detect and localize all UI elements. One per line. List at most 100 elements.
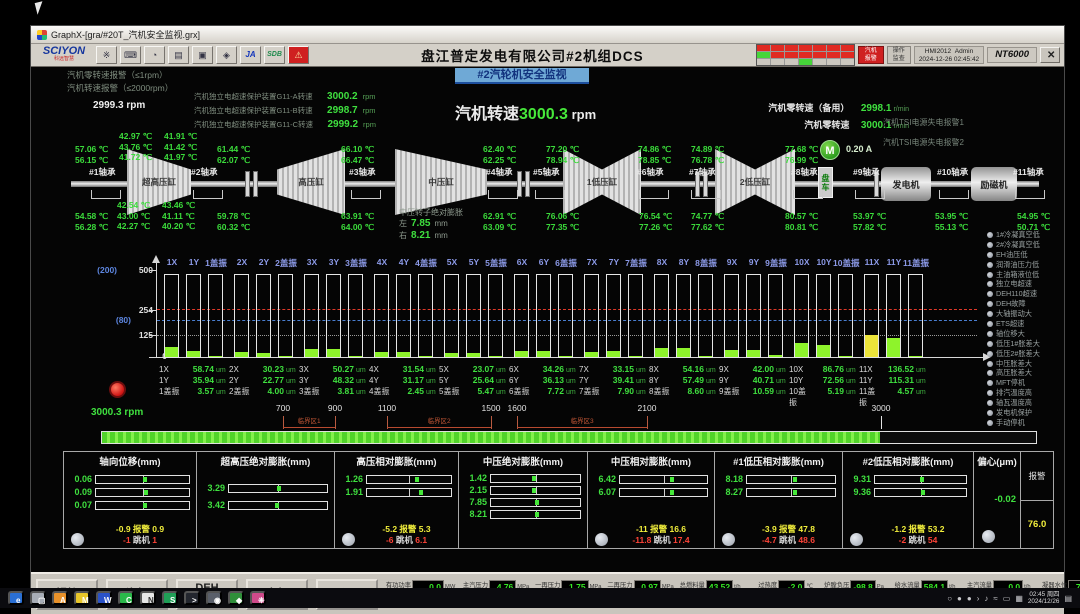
vib-bar-label-7盖振: 7盖振 <box>623 257 649 269</box>
bearing-1-bracket <box>91 190 121 199</box>
bearing-3-temps-top: 66.10 ℃66.47 ℃ <box>341 144 374 165</box>
status-item-2: 2#冷凝真空低 <box>987 240 1063 250</box>
shaft-disc-1 <box>245 171 250 197</box>
alarm-cell-2-2 <box>785 59 798 65</box>
nt6000-badge: NT6000 <box>987 47 1037 63</box>
grid-icon[interactable]: ▦ <box>1015 594 1023 603</box>
files-icon[interactable]: ▢ <box>30 591 46 605</box>
search-icon[interactable]: ○ <box>947 594 952 603</box>
app-orange-icon[interactable]: A <box>52 591 68 605</box>
status-led-icon <box>987 291 993 297</box>
status-blue-icon[interactable]: ● <box>967 594 972 603</box>
browser-icon[interactable]: e <box>8 591 24 605</box>
status-item-3: EH油压低 <box>987 250 1063 260</box>
eccentricity-alarm-label: 报警 <box>1021 452 1053 501</box>
shaft-disc-4 <box>525 171 530 197</box>
title-bar[interactable]: GraphX-[gra/#20T_汽机安全监视.grx] <box>31 26 1064 44</box>
panel-3-title: 高压相对膨胀(mm) <box>335 454 458 468</box>
close-button[interactable]: ✕ <box>1040 47 1060 63</box>
notification-bell-icon[interactable]: ▤ <box>1064 594 1072 603</box>
lp2-cylinder-label: 2低压缸 <box>740 176 770 188</box>
panel-6-title: #1低压相对膨胀(mm) <box>715 454 842 468</box>
bearing-2-temps-top: 61.44 ℃62.07 ℃ <box>217 144 250 165</box>
display-icon[interactable]: ▭ <box>1003 594 1011 603</box>
vib-bar-10X <box>794 274 809 358</box>
status-item-17: 排汽温度高 <box>987 388 1063 398</box>
overspeed-line-2: 汽机独立电超速保护装置G11-B转速2998.7rpm <box>194 105 376 119</box>
ja-logo-icon[interactable]: JA <box>240 46 261 64</box>
rpm-tick-700: 700 <box>268 403 298 413</box>
sdb-logo-icon[interactable]: SDB <box>264 46 285 64</box>
terminal-icon[interactable]: > <box>184 591 200 605</box>
spreadsheet-icon[interactable]: S <box>162 591 178 605</box>
status-led-icon <box>987 390 993 396</box>
panel-3-alarm-limits: -5.2 报警 5.3 <box>355 524 458 535</box>
network-icon[interactable]: ≈ <box>993 594 997 603</box>
notes-icon[interactable]: N <box>140 591 156 605</box>
bearing-5-temps-bottom: 76.06 ℃77.35 ℃ <box>546 211 579 232</box>
vib-value-4X: 4X31.54um <box>369 364 439 374</box>
panel-6-row-2: 8.27 <box>719 487 836 497</box>
vib-bar-1X <box>164 274 179 358</box>
writer-icon[interactable]: W <box>96 591 112 605</box>
status-led-icon <box>987 351 993 357</box>
critical-zone-1-label: 临界区1 <box>283 415 335 425</box>
status-green-icon[interactable]: ● <box>957 594 962 603</box>
vib-value-1X: 1X58.74um <box>159 364 229 374</box>
vib-value-6盖振: 6盖振7.72um <box>509 386 579 397</box>
alarm-cell-2-6 <box>841 59 854 65</box>
bearing-5-bracket <box>535 190 565 199</box>
zero-speed-alarm-2: 汽机转速报警（≤2000rpm） <box>67 82 173 94</box>
vibration-alarm-led <box>109 381 126 398</box>
photos-icon[interactable]: ❈ <box>250 591 266 605</box>
keyboard-icon[interactable]: ⌨ <box>120 46 141 64</box>
panel-4-row-3: 7.85 <box>463 497 581 507</box>
bearing-6-temps-bottom: 76.54 ℃77.26 ℃ <box>639 211 672 232</box>
status-led-icon <box>987 242 993 248</box>
mode-box[interactable]: 操作 监查 <box>887 46 911 64</box>
bearing-4-bracket <box>488 190 518 199</box>
turning-gear-motor-icon: M <box>820 140 840 160</box>
vib-bar-1Y <box>186 274 201 358</box>
clock-icon[interactable]: ◔ <box>144 46 165 64</box>
status-item-12: 低压1#胀差大 <box>987 339 1063 349</box>
alarm-cell-1-3 <box>799 52 812 58</box>
alarm-bell-icon[interactable]: ⚠ <box>288 46 309 64</box>
panel-5-title: 中压相对膨胀(mm) <box>588 454 714 468</box>
eccentricity-value: -0.02 <box>994 494 1016 505</box>
vib-value-9盖振: 9盖振10.59um <box>719 386 789 397</box>
users-icon[interactable]: ※ <box>96 46 117 64</box>
vib-bar-11盖振 <box>908 274 923 358</box>
turbine-alarm-box[interactable]: 汽机 报警 <box>858 46 884 64</box>
panel-7-title: #2低压相对膨胀(mm) <box>843 454 973 468</box>
chevron-icon[interactable]: › <box>977 594 980 603</box>
camera-icon[interactable]: ◉ <box>206 591 222 605</box>
vib-value-8盖振: 8盖振8.60um <box>649 386 719 397</box>
bearing-5-label: #5轴承 <box>533 166 559 178</box>
mail-icon[interactable]: M <box>74 591 90 605</box>
monitor-icon[interactable]: ▣ <box>192 46 213 64</box>
graphx-window: GraphX-[gra/#20T_汽机安全监视.grx] SCIYON 科远智慧… <box>30 25 1065 588</box>
vib-value-2X: 2X30.23um <box>229 364 299 374</box>
volume-icon[interactable]: ♪ <box>984 594 988 603</box>
vib-bar-9盖振 <box>768 274 783 358</box>
status-item-4: 润滑油压力低 <box>987 260 1063 270</box>
bearing-8-temps-bottom: 80.57 ℃80.81 ℃ <box>785 211 818 232</box>
rpm-progress-fill <box>102 432 880 443</box>
printer-icon[interactable]: ▤ <box>168 46 189 64</box>
vib-bar-10盖振 <box>838 274 853 358</box>
panel-5-row-2: 6.07 <box>592 487 708 497</box>
book-icon[interactable]: ◈ <box>216 46 237 64</box>
status-led-icon <box>987 232 993 238</box>
toolbar: SCIYON 科远智慧 ※⌨◔▤▣◈JASDB⚠ 盘江普定发电有限公司#2机组D… <box>31 44 1064 67</box>
taskbar-clock[interactable]: 02:45 周四 2024/12/26 <box>1028 591 1060 606</box>
main-speed-readout: 汽机转速3000.3 rpm <box>455 100 596 124</box>
panel-led-icon <box>982 530 995 543</box>
bearing-8-temps-top: 77.68 ℃76.99 ℃ <box>785 144 818 165</box>
alarm-cell-0-5 <box>827 45 840 51</box>
chat-icon[interactable]: C <box>118 591 134 605</box>
vib-value-11X: 11X136.52um <box>859 364 929 374</box>
status-item-5: 主油箱液位低 <box>987 270 1063 280</box>
model-icon[interactable]: ◆ <box>228 591 244 605</box>
panel-4-row-2: 2.15 <box>463 485 581 495</box>
